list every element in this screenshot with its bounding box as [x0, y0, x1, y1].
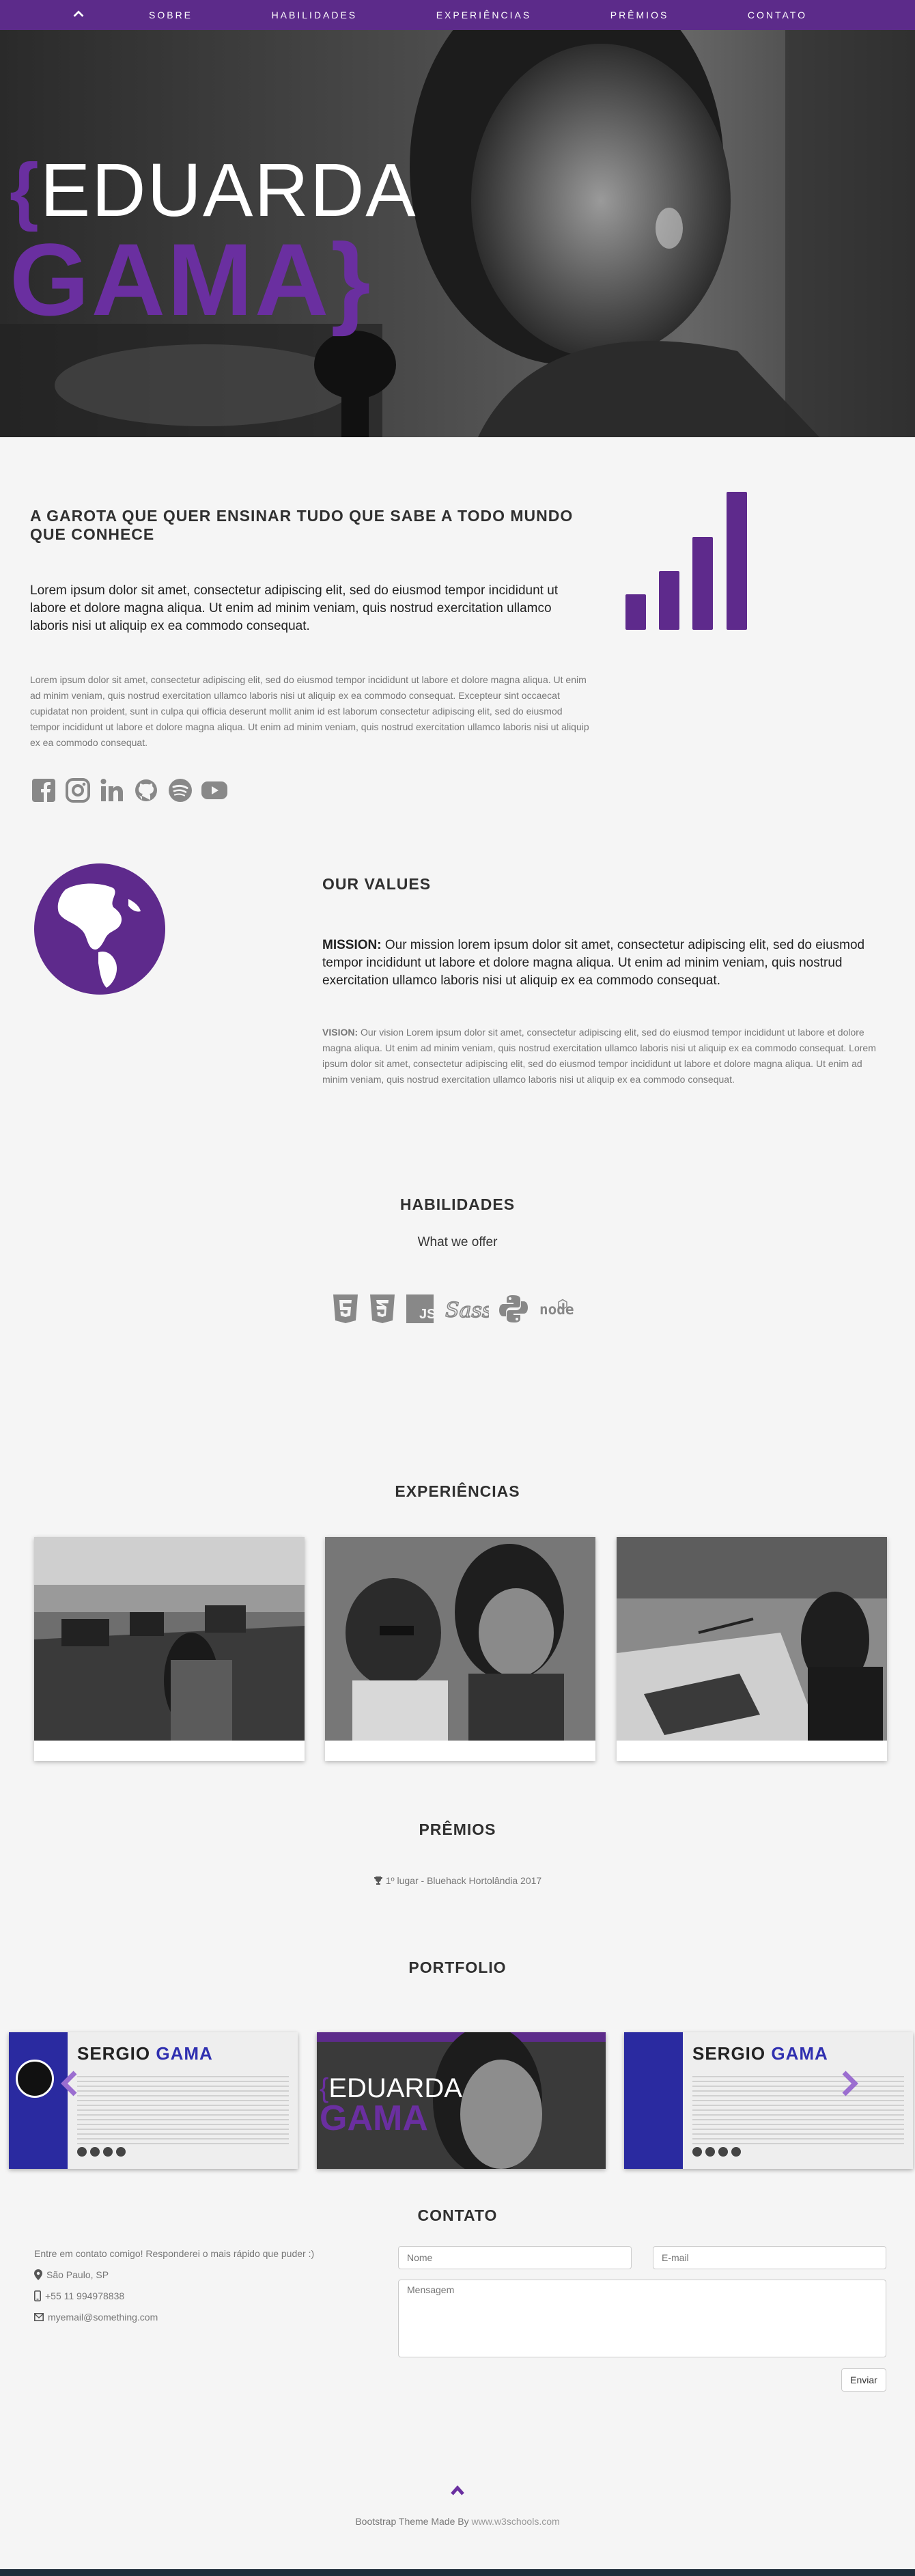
nav-item-sobre[interactable]: SOBRE [116, 10, 225, 20]
contact-email: myemail@something.com [34, 2312, 158, 2323]
navbar: SOBRE HABILIDADES EXPERIÊNCIAS PRÊMIOS C… [0, 0, 915, 30]
portfolio-2-last: GAMA [320, 2099, 428, 2138]
node-icon-text: node [539, 1301, 574, 1318]
css3-icon [369, 1293, 396, 1328]
carousel-next-chevron-right-icon[interactable] [840, 2070, 859, 2101]
js-icon: JS [406, 1294, 436, 1327]
message-textarea[interactable] [398, 2280, 886, 2357]
footer-text: Bootstrap Theme Made By www.w3schools.co… [0, 2516, 915, 2527]
spotify-icon[interactable] [167, 777, 194, 804]
python-icon [498, 1294, 529, 1327]
send-button[interactable]: Enviar [841, 2368, 886, 2392]
skills-subtitle: What we offer [417, 1235, 498, 1249]
experience-photo-1 [34, 1537, 305, 1741]
instagram-icon[interactable] [64, 777, 92, 804]
nav-item-habilidades[interactable]: HABILIDADES [239, 10, 391, 20]
os-taskbar [0, 2569, 915, 2576]
portfolio-item-2[interactable]: {EDUARDA GAMA [317, 2032, 606, 2169]
award-item: 1º lugar - Bluehack Hortolândia 2017 [0, 1875, 915, 1887]
facebook-icon[interactable] [30, 777, 57, 804]
skills-title: HABILIDADES [399, 1195, 516, 1213]
experience-card-1[interactable] [34, 1537, 305, 1761]
mission-body: Our mission lorem ipsum dolor sit amet, … [322, 938, 865, 988]
portfolio-3-first: SERGIO [692, 2043, 766, 2064]
back-to-top-chevron-up-icon[interactable] [449, 2484, 466, 2501]
about-body: Lorem ipsum dolor sit amet, consectetur … [30, 674, 589, 748]
awards-title: PRÊMIOS [419, 1820, 496, 1838]
skill-icons: JS Sass node [332, 1293, 583, 1328]
home-chevron-up-icon[interactable] [68, 7, 89, 26]
envelope-icon [34, 2313, 44, 2321]
portfolio-item-3[interactable]: SERGIO GAMA [624, 2032, 913, 2169]
contact-title: CONTATO [417, 2206, 498, 2224]
phone-icon [34, 2290, 41, 2301]
about-title: A GAROTA QUE QUER ENSINAR TUDO QUE SABE … [30, 507, 574, 543]
sass-icon: Sass [444, 1294, 493, 1327]
mission-label: MISSION: [322, 938, 382, 952]
vision-label: VISION: [322, 1027, 358, 1038]
contact-intro: Entre em contato comigo! Responderei o m… [34, 2248, 315, 2259]
award-text: 1º lugar - Bluehack Hortolândia 2017 [385, 1875, 542, 1886]
youtube-icon[interactable] [201, 777, 228, 804]
map-marker-icon [34, 2269, 42, 2280]
nav-item-premios[interactable]: PRÊMIOS [578, 10, 702, 20]
social-icons [30, 777, 228, 804]
mission-text: MISSION: Our mission lorem ipsum dolor s… [322, 937, 882, 990]
name-input[interactable] [398, 2246, 632, 2269]
portfolio-1-last: GAMA [156, 2043, 213, 2064]
nav-items: SOBRE HABILIDADES EXPERIÊNCIAS PRÊMIOS C… [116, 0, 840, 30]
location-text: São Paulo, SP [46, 2269, 109, 2280]
footer-link[interactable]: www.w3schools.com [472, 2516, 560, 2527]
experience-card-2[interactable] [325, 1537, 595, 1761]
contact-location: São Paulo, SP [34, 2269, 109, 2280]
portfolio-title: PORTFOLIO [408, 1958, 507, 1976]
hero-last-name: GAMA} [10, 222, 373, 337]
node-icon: node [538, 1294, 583, 1327]
js-icon-text: JS [419, 1307, 434, 1322]
experience-photo-3 [617, 1537, 887, 1741]
portfolio-item-1[interactable]: SERGIO GAMA [9, 2032, 298, 2169]
hero-first-name: {EDUARDA [10, 148, 417, 232]
contact-phone: +55 11 994978838 [34, 2290, 124, 2301]
experience-card-3[interactable] [617, 1537, 887, 1761]
values-title: OUR VALUES [322, 875, 432, 893]
about-lead: Lorem ipsum dolor sit amet, consectetur … [30, 583, 559, 633]
linkedin-icon[interactable] [98, 777, 126, 804]
nav-item-experiencias[interactable]: EXPERIÊNCIAS [404, 10, 564, 20]
html5-icon [332, 1293, 359, 1328]
footer-credit: Bootstrap Theme Made By [355, 2516, 472, 2527]
portfolio-1-first: SERGIO [77, 2043, 151, 2064]
email-text: myemail@something.com [48, 2312, 158, 2323]
signal-bars-icon [624, 490, 752, 635]
vision-text: VISION: Our vision Lorem ipsum dolor sit… [322, 1025, 889, 1088]
phone-text: +55 11 994978838 [45, 2290, 125, 2301]
github-icon[interactable] [132, 777, 160, 804]
globe-icon [33, 862, 167, 999]
nav-item-contato[interactable]: CONTATO [715, 10, 840, 20]
experiences-title: EXPERIÊNCIAS [395, 1482, 520, 1500]
portfolio-3-last: GAMA [771, 2043, 828, 2064]
experience-photo-2 [325, 1537, 595, 1741]
hero-banner: {EDUARDA GAMA} [0, 30, 915, 437]
email-input[interactable] [653, 2246, 886, 2269]
sass-icon-text: Sass [445, 1299, 489, 1322]
carousel-prev-chevron-left-icon[interactable] [60, 2070, 79, 2101]
vision-body: Our vision Lorem ipsum dolor sit amet, c… [322, 1027, 876, 1085]
trophy-icon [374, 1876, 383, 1887]
